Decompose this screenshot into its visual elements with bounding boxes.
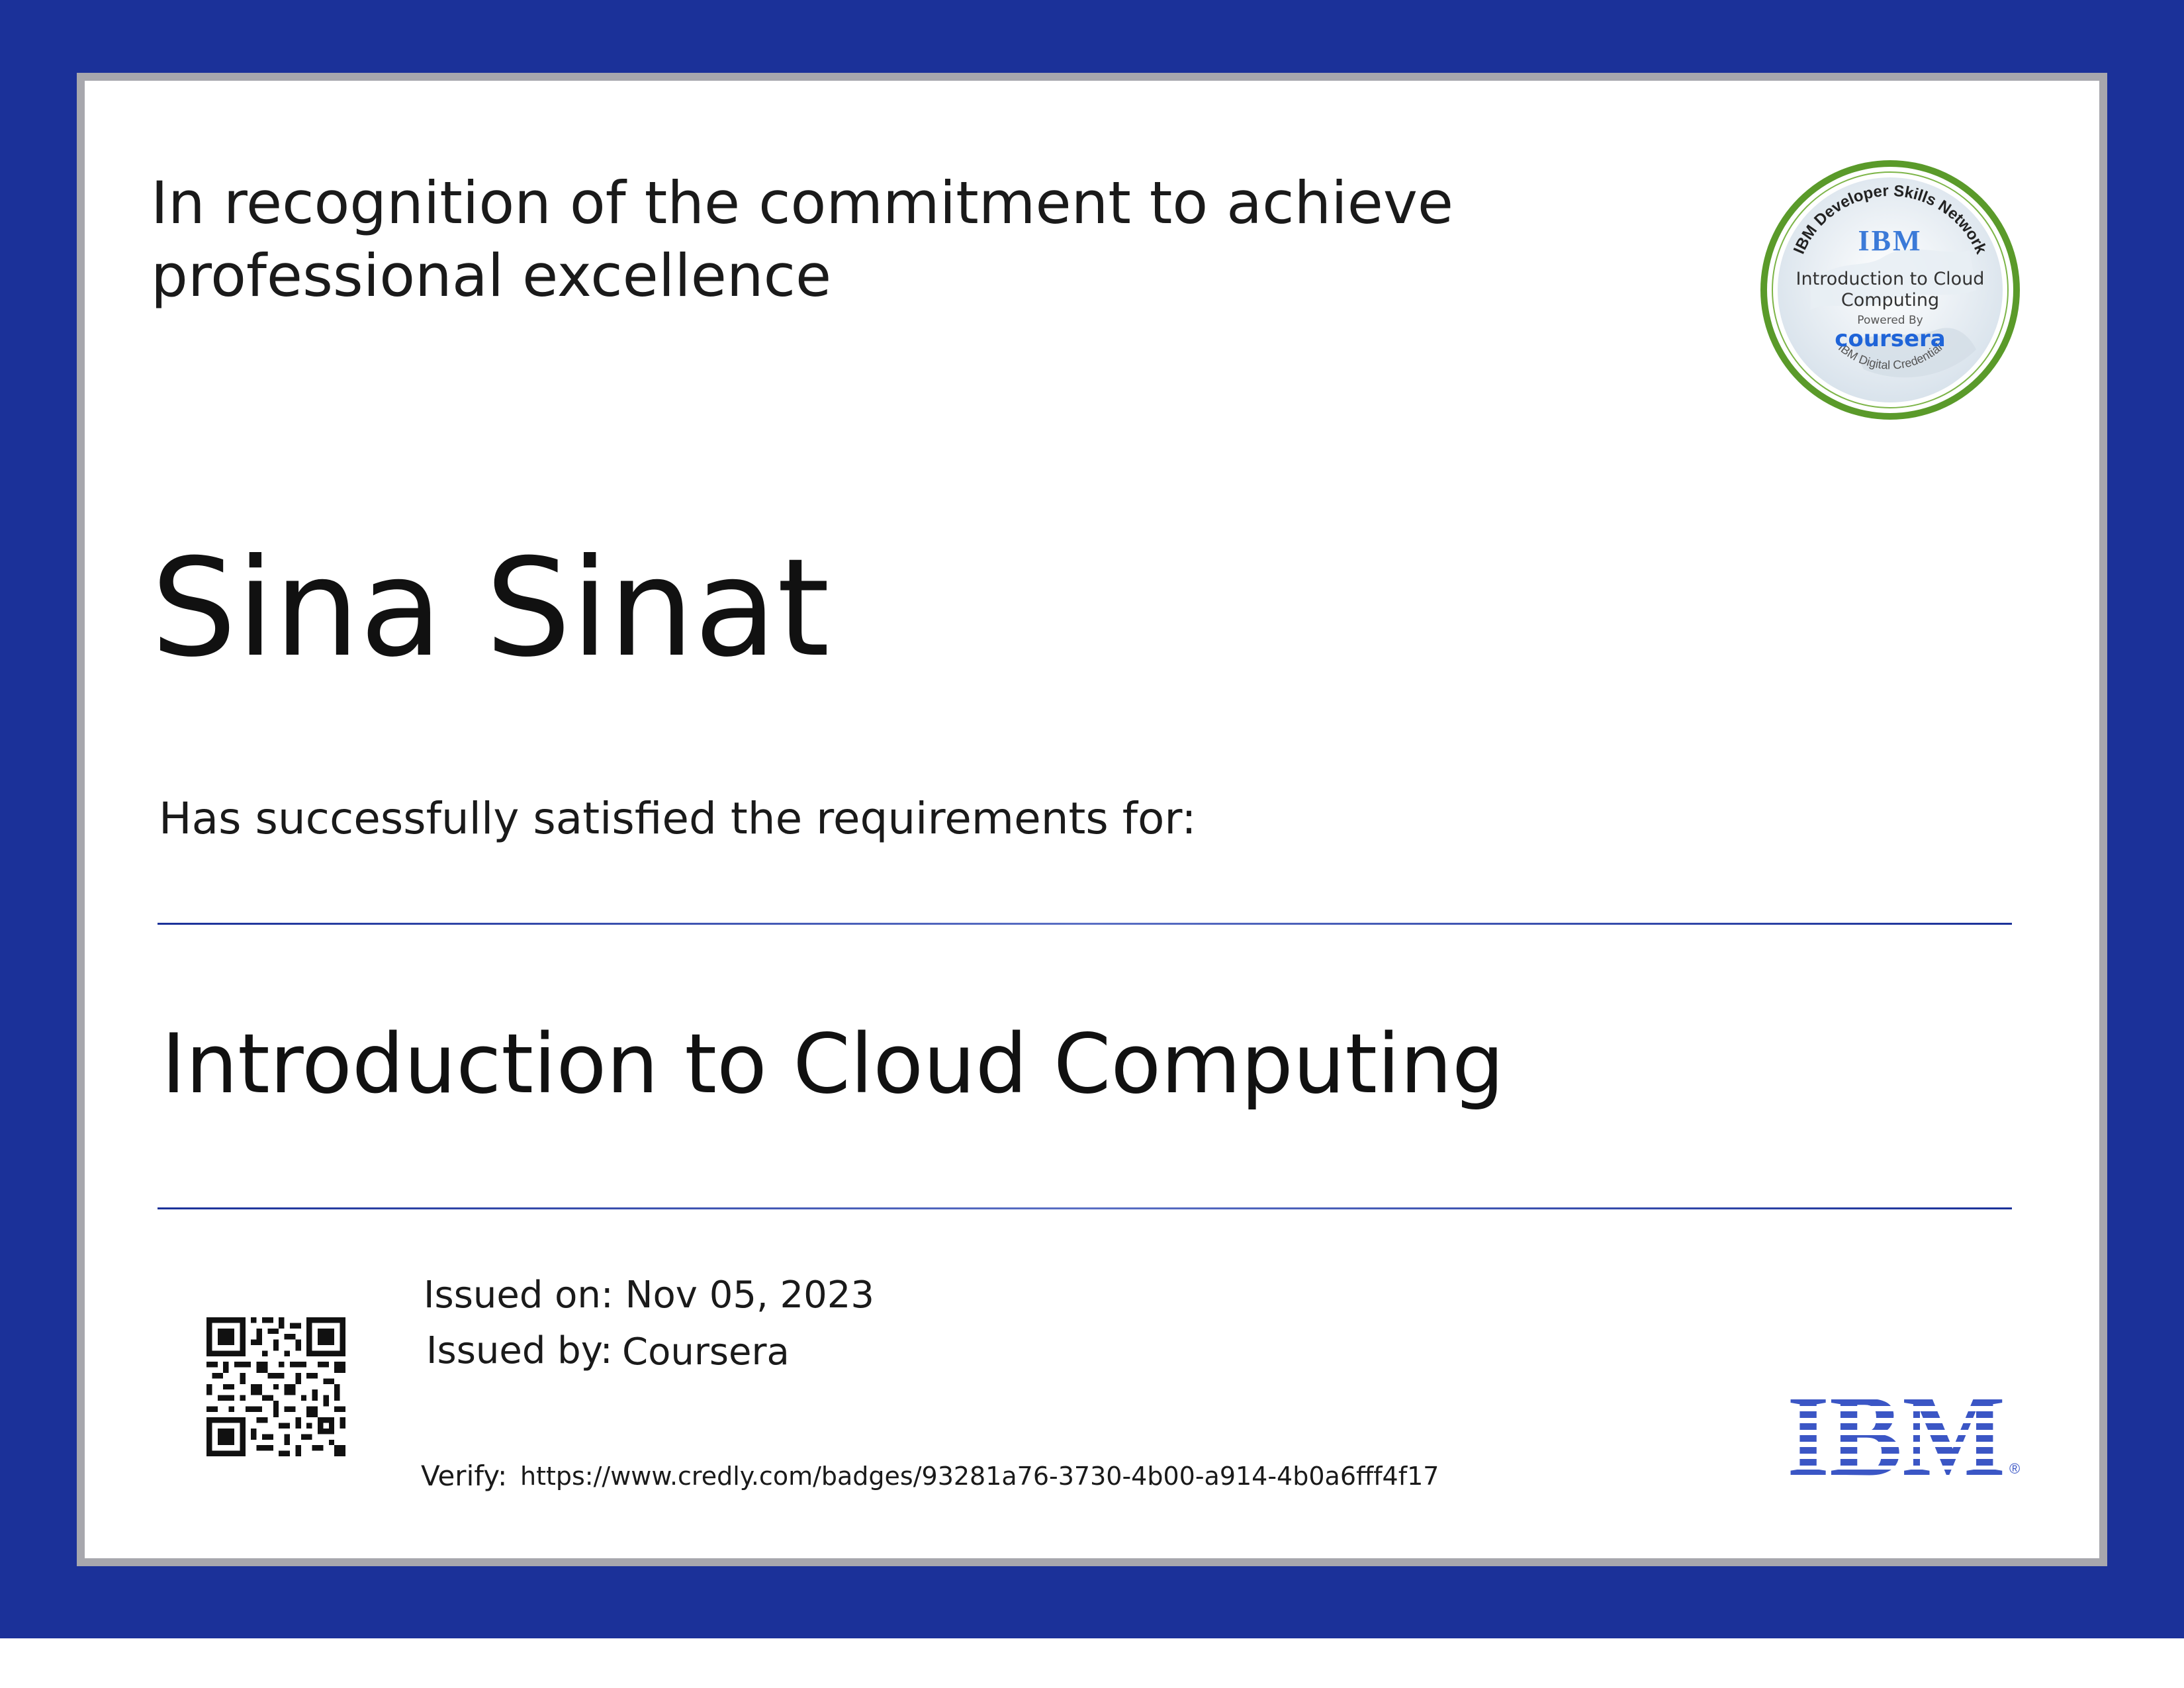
- issued-on-label: Issued on:: [424, 1274, 614, 1317]
- recognition-heading: In recognition of the commitment to achi…: [151, 167, 1475, 312]
- divider-bottom: [158, 1207, 2012, 1209]
- badge-title: Introduction to Cloud Computing: [1792, 269, 1988, 311]
- badge-coursera-brand: coursera: [1835, 326, 1946, 352]
- ibm-logo-text: IBM: [1787, 1387, 2005, 1476]
- verify-label: Verify:: [421, 1460, 508, 1492]
- registered-mark: ®: [2009, 1460, 2020, 1476]
- badge-title-line-2: Computing: [1841, 290, 1940, 310]
- badge-title-line-1: Introduction to Cloud: [1796, 269, 1985, 289]
- ibm-logo: IBM ®: [1787, 1387, 2020, 1476]
- issued-by-value: Coursera: [622, 1331, 790, 1374]
- verify-link[interactable]: https://www.credly.com/badges/93281a76-3…: [520, 1456, 1439, 1496]
- divider-top: [158, 923, 2012, 925]
- qr-code-icon: [206, 1317, 345, 1456]
- requirement-text: Has successfully satisfied the requireme…: [159, 793, 1197, 844]
- issued-on-value: Nov 05, 2023: [625, 1274, 875, 1317]
- recognition-line-1: In recognition of the commitment to achi…: [151, 169, 1454, 237]
- course-title: Introduction to Cloud Computing: [161, 1017, 1504, 1112]
- recipient-name: Sina Sinat: [151, 530, 830, 687]
- recognition-line-2: professional excellence: [151, 242, 832, 310]
- issued-by-label: Issued by:: [426, 1329, 613, 1372]
- badge-ibm-logo: IBM: [1858, 224, 1923, 257]
- issued-on: Issued on: Nov 05, 2023: [424, 1272, 874, 1319]
